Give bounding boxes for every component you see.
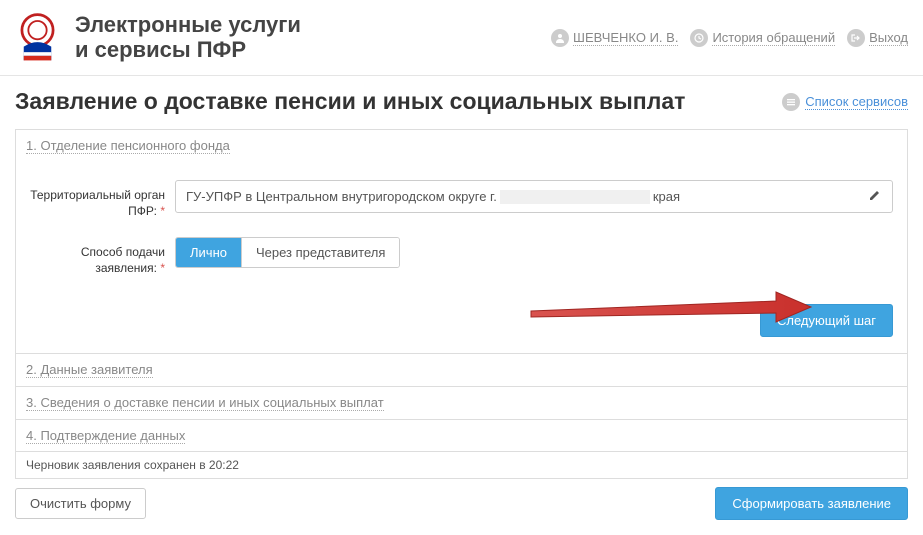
service-list-link[interactable]: Список сервисов	[782, 93, 908, 111]
site-header: Электронные услуги и сервисы ПФР ШЕВЧЕНК…	[0, 0, 923, 76]
step-1-body: Территориальный орган ПФР: * ГУ-УПФР в Ц…	[16, 162, 907, 353]
row-submit-method: Способ подачи заявления: * Лично Через п…	[30, 237, 893, 276]
page-head: Заявление о доставке пенсии и иных социа…	[15, 88, 908, 115]
history-link[interactable]: История обращений	[690, 29, 835, 47]
page-title: Заявление о доставке пенсии и иных социа…	[15, 88, 685, 115]
step-1-header[interactable]: 1. Отделение пенсионного фонда	[16, 130, 907, 162]
user-profile-link[interactable]: ШЕВЧЕНКО И. В.	[551, 29, 678, 47]
edit-icon[interactable]	[868, 188, 882, 205]
row-territory: Территориальный орган ПФР: * ГУ-УПФР в Ц…	[30, 180, 893, 219]
submit-method-toggle: Лично Через представителя	[175, 237, 400, 268]
step-2-header[interactable]: 2. Данные заявителя	[16, 353, 907, 386]
list-icon	[782, 93, 800, 111]
territory-label: Территориальный орган ПФР: *	[30, 180, 175, 219]
clear-form-button[interactable]: Очистить форму	[15, 488, 146, 519]
form-container: 1. Отделение пенсионного фонда Территори…	[15, 129, 908, 452]
header-left: Электронные услуги и сервисы ПФР	[10, 10, 301, 65]
territory-input[interactable]: ГУ-УПФР в Центральном внутригородском ок…	[175, 180, 893, 213]
main-content: Заявление о доставке пенсии и иных социа…	[0, 76, 923, 535]
user-icon	[551, 29, 569, 47]
method-representative-button[interactable]: Через представителя	[242, 238, 399, 267]
header-right: ШЕВЧЕНКО И. В. История обращений Выход	[551, 29, 908, 47]
site-title: Электронные услуги и сервисы ПФР	[75, 13, 301, 61]
submit-form-button[interactable]: Сформировать заявление	[715, 487, 908, 520]
method-personal-button[interactable]: Лично	[176, 238, 242, 267]
next-step-button[interactable]: Следующий шаг	[760, 304, 893, 337]
pfr-logo-icon	[10, 10, 65, 65]
step-4-header[interactable]: 4. Подтверждение данных	[16, 419, 907, 451]
step-3-header[interactable]: 3. Сведения о доставке пенсии и иных соц…	[16, 386, 907, 419]
redacted-region	[500, 190, 650, 204]
exit-icon	[847, 29, 865, 47]
bottom-actions: Очистить форму Сформировать заявление	[15, 487, 908, 520]
submit-method-label: Способ подачи заявления: *	[30, 237, 175, 276]
history-icon	[690, 29, 708, 47]
exit-link[interactable]: Выход	[847, 29, 908, 47]
next-step-row: Следующий шаг	[30, 304, 893, 337]
draft-saved-note: Черновик заявления сохранен в 20:22	[15, 452, 908, 479]
